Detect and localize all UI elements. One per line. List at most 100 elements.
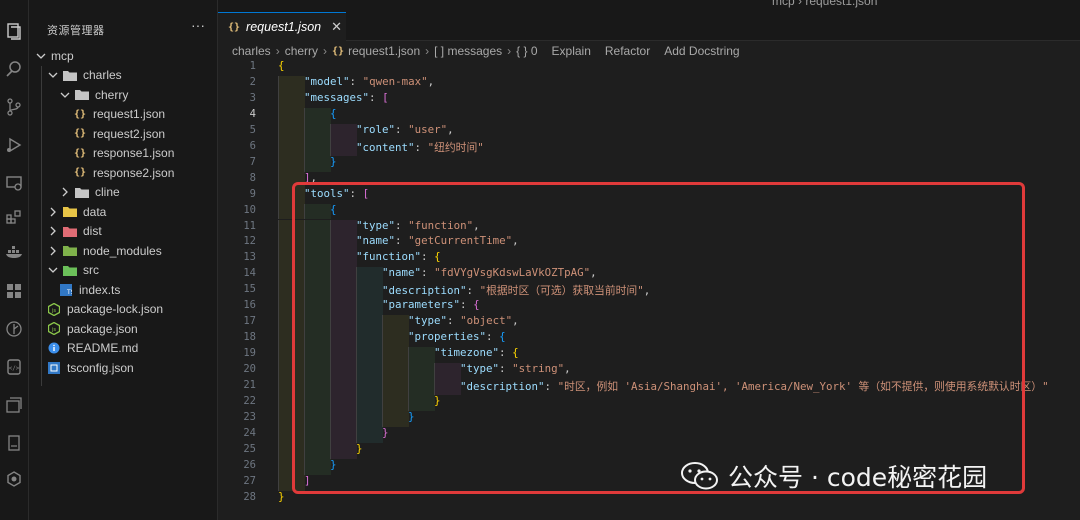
notebook-icon[interactable] (3, 432, 25, 454)
chevron-right-icon[interactable] (47, 245, 59, 257)
remote-explorer-icon[interactable] (3, 172, 25, 194)
line-number: 21 (243, 379, 256, 391)
tree-file[interactable]: js package.json (47, 319, 138, 338)
grid-icon[interactable] (3, 280, 25, 302)
line-number: 16 (243, 299, 256, 312)
line-number: 5 (249, 123, 256, 136)
tree-folder[interactable]: mcp (35, 46, 74, 65)
line-number: 13 (243, 251, 256, 264)
database-icon[interactable]: </> (3, 356, 25, 378)
line-number: 6 (249, 139, 256, 152)
tree-file[interactable]: {} request1.json (73, 105, 165, 124)
tab-request1-json[interactable]: {} request1.json ✕ (218, 12, 346, 41)
chevron-down-icon[interactable] (47, 264, 59, 276)
run-debug-icon[interactable] (3, 134, 25, 156)
tree-folder[interactable]: cline (59, 183, 120, 202)
folder-open-icon (63, 69, 77, 81)
tree-item-label: mcp (51, 48, 74, 63)
line-number: 20 (243, 363, 256, 376)
add-docstring-action[interactable]: Add Docstring (664, 44, 739, 58)
tree-item-label: dist (83, 224, 102, 238)
json-icon: {} (73, 147, 87, 159)
tree-file[interactable]: tsconfig.json (47, 358, 134, 377)
explain-action[interactable]: Explain (552, 44, 591, 58)
tree-file[interactable]: README.md (47, 339, 138, 358)
chevron-down-icon[interactable] (47, 69, 59, 81)
chevron-right-icon: › (507, 44, 512, 58)
watermark-text: 公众号 · code秘密花园 (728, 463, 988, 492)
line-number: 11 (243, 219, 256, 232)
chevron-down-icon[interactable] (59, 89, 71, 101)
code-line[interactable]: "model": "qwen-max", (278, 75, 434, 88)
extensions-icon[interactable] (3, 206, 25, 228)
tree-file[interactable]: {} request2.json (73, 124, 165, 143)
line-number: 28 (243, 490, 256, 503)
more-actions-button[interactable]: ··· (191, 17, 205, 33)
line-number: 3 (249, 91, 256, 104)
refactor-action[interactable]: Refactor (605, 44, 650, 58)
line-number: 1 (249, 60, 256, 72)
wechat-logo-icon (681, 462, 718, 490)
tree-folder[interactable]: data (47, 202, 106, 221)
line-number: 2 (249, 75, 256, 88)
code-line[interactable]: "messages": [ (278, 91, 389, 104)
gitlens-icon[interactable] (3, 318, 25, 340)
tree-file[interactable]: js package-lock.json (47, 300, 163, 319)
close-icon[interactable]: ✕ (331, 19, 342, 35)
line-number: 26 (243, 458, 256, 471)
files-icon[interactable] (3, 20, 25, 42)
tree-file[interactable]: {} response1.json (73, 144, 174, 163)
source-control-icon[interactable] (3, 96, 25, 118)
line-number: 9 (249, 187, 256, 200)
activity-bar: </> (0, 0, 29, 520)
docker-icon[interactable] (3, 240, 25, 262)
tree-item-label: cherry (95, 87, 129, 102)
tree-folder[interactable]: cherry (59, 85, 128, 104)
line-number: 10 (243, 203, 256, 216)
tree-file[interactable]: TS index.ts (59, 280, 120, 299)
tree-folder[interactable]: src (47, 261, 99, 280)
tree-folder[interactable]: dist (47, 222, 102, 241)
chevron-right-icon[interactable] (47, 225, 59, 237)
indent-guide (41, 66, 42, 386)
typescript-icon: TS (59, 283, 73, 296)
breadcrumb-file[interactable]: request1.json (348, 44, 420, 58)
line-number: 22 (243, 394, 256, 407)
folder-icon (75, 186, 89, 198)
chevron-right-icon: › (323, 44, 328, 58)
chevron-down-icon[interactable] (35, 50, 47, 62)
code-line[interactable]: "role": "user", (278, 123, 454, 136)
tree-item-label: tsconfig.json (67, 360, 134, 375)
tree-folder[interactable]: charles (47, 66, 122, 85)
code-line[interactable]: } (278, 155, 337, 168)
chevron-right-icon[interactable] (47, 206, 59, 218)
breadcrumb-charles[interactable]: charles (232, 44, 271, 58)
json-icon: {} (73, 108, 87, 120)
code-line[interactable]: } (278, 490, 285, 503)
layers-icon[interactable] (3, 394, 25, 416)
breadcrumb-index[interactable]: { } 0 (516, 44, 537, 58)
tree-item-label: README.md (67, 341, 139, 355)
chevron-right-icon: › (275, 44, 280, 58)
code-line[interactable]: "content": "纽约时间" (278, 139, 484, 155)
watermark: 公众号 · code秘密花园 (680, 458, 987, 494)
search-icon[interactable] (3, 58, 25, 80)
tree-item-label: request1.json (93, 107, 166, 121)
tree-item-label: index.ts (79, 282, 121, 297)
settings-sync-icon[interactable] (3, 468, 25, 490)
tree-item-label: cline (95, 185, 120, 199)
tree-item-label: data (83, 204, 107, 219)
code-line[interactable]: { (278, 107, 337, 120)
nodejs-icon: js (47, 302, 61, 316)
chevron-right-icon[interactable] (59, 186, 71, 198)
line-number: 19 (243, 347, 256, 360)
code-line[interactable]: { (278, 59, 285, 72)
tree-folder[interactable]: node_modules (47, 241, 162, 260)
tree-file[interactable]: {} response2.json (73, 163, 174, 182)
folder-icon (63, 225, 77, 237)
breadcrumb-cherry[interactable]: cherry (285, 44, 318, 58)
highlight-box (292, 182, 1025, 494)
line-number: 7 (249, 155, 256, 168)
breadcrumb-messages[interactable]: [ ] messages (434, 44, 502, 58)
svg-text:</>: </> (9, 365, 20, 372)
